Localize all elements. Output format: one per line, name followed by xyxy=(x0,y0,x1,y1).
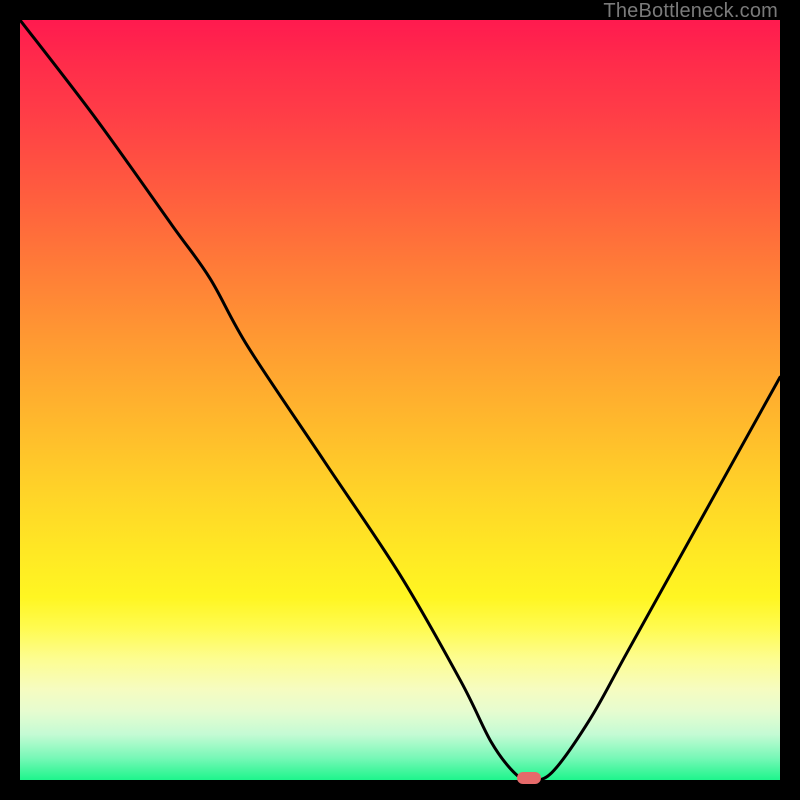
bottleneck-curve xyxy=(20,20,780,780)
optimal-point-marker xyxy=(517,772,541,784)
plot-area xyxy=(20,20,780,780)
curve-path xyxy=(20,20,780,780)
chart-frame: TheBottleneck.com xyxy=(0,0,800,800)
watermark-text: TheBottleneck.com xyxy=(603,0,778,23)
